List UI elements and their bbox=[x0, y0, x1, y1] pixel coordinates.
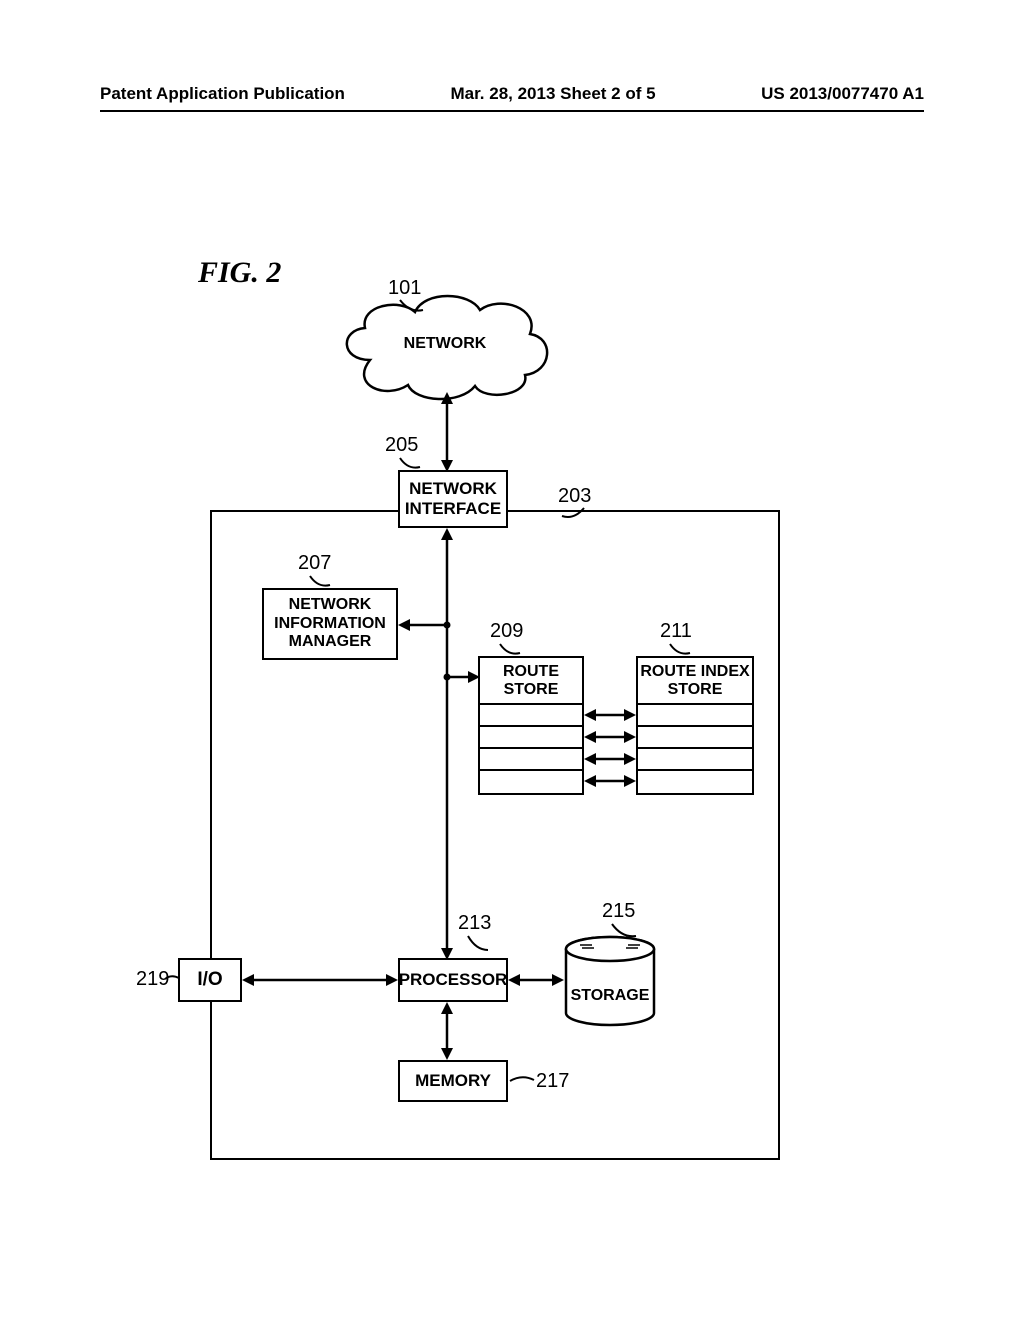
route-index-store-row bbox=[638, 727, 752, 749]
route-index-store-row bbox=[638, 771, 752, 793]
arrow-nim-bus bbox=[398, 616, 450, 634]
memory-label: MEMORY bbox=[415, 1071, 491, 1091]
arrow-store-idx-1 bbox=[584, 706, 636, 724]
ref-207: 207 bbox=[298, 552, 331, 575]
route-store-row bbox=[480, 727, 582, 749]
route-store-row bbox=[480, 749, 582, 771]
ref-203: 203 bbox=[558, 485, 591, 508]
ref-215: 215 bbox=[602, 900, 635, 923]
ref-101: 101 bbox=[388, 277, 421, 300]
storage-cylinder: STORAGE bbox=[562, 935, 658, 1027]
arrow-cloud-netif bbox=[437, 392, 457, 472]
leader-101 bbox=[398, 298, 428, 318]
arrow-store-idx-3 bbox=[584, 750, 636, 768]
nim-l3: MANAGER bbox=[289, 633, 372, 651]
arrow-proc-storage bbox=[508, 971, 564, 989]
ridx-l1: ROUTE INDEX bbox=[640, 663, 749, 680]
network-info-manager-box: NETWORK INFORMATION MANAGER bbox=[262, 588, 398, 660]
arrow-store-idx-2 bbox=[584, 728, 636, 746]
route-index-store-row bbox=[638, 705, 752, 727]
arrow-io-proc bbox=[242, 971, 398, 989]
processor-label: PROCESSOR bbox=[399, 970, 508, 990]
nim-l2: INFORMATION bbox=[274, 615, 386, 633]
route-store-row bbox=[480, 771, 582, 793]
ref-211: 211 bbox=[660, 620, 692, 643]
diagram: NETWORK 101 205 203 NETWORK INTERFACE bbox=[0, 0, 1024, 1320]
route-l1: ROUTE bbox=[503, 663, 559, 680]
arrow-bus-routestore bbox=[444, 668, 480, 686]
io-label: I/O bbox=[197, 969, 222, 991]
netif-l1: NETWORK bbox=[409, 479, 497, 499]
leader-219 bbox=[165, 972, 181, 986]
ridx-l2: STORE bbox=[668, 681, 723, 698]
ref-205: 205 bbox=[385, 434, 418, 457]
network-interface-box: NETWORK INTERFACE bbox=[398, 470, 508, 528]
route-l2: STORE bbox=[504, 681, 559, 698]
route-index-store: ROUTE INDEX STORE bbox=[636, 656, 754, 795]
memory-box: MEMORY bbox=[398, 1060, 508, 1102]
nim-l1: NETWORK bbox=[289, 596, 372, 614]
leader-213 bbox=[466, 934, 494, 956]
route-index-store-row bbox=[638, 749, 752, 771]
ref-213: 213 bbox=[458, 912, 491, 935]
leader-203 bbox=[560, 506, 590, 524]
route-store: ROUTE STORE bbox=[478, 656, 584, 795]
leader-217 bbox=[510, 1074, 536, 1088]
route-store-row bbox=[480, 705, 582, 727]
ref-209: 209 bbox=[490, 620, 523, 643]
arrow-proc-mem bbox=[437, 1002, 457, 1060]
bus-vertical bbox=[437, 528, 457, 960]
network-cloud-label: NETWORK bbox=[330, 335, 560, 353]
ref-217: 217 bbox=[536, 1070, 569, 1093]
arrow-store-idx-4 bbox=[584, 772, 636, 790]
io-box: I/O bbox=[178, 958, 242, 1002]
netif-l2: INTERFACE bbox=[405, 499, 501, 519]
storage-label: STORAGE bbox=[562, 987, 658, 1005]
processor-box: PROCESSOR bbox=[398, 958, 508, 1002]
